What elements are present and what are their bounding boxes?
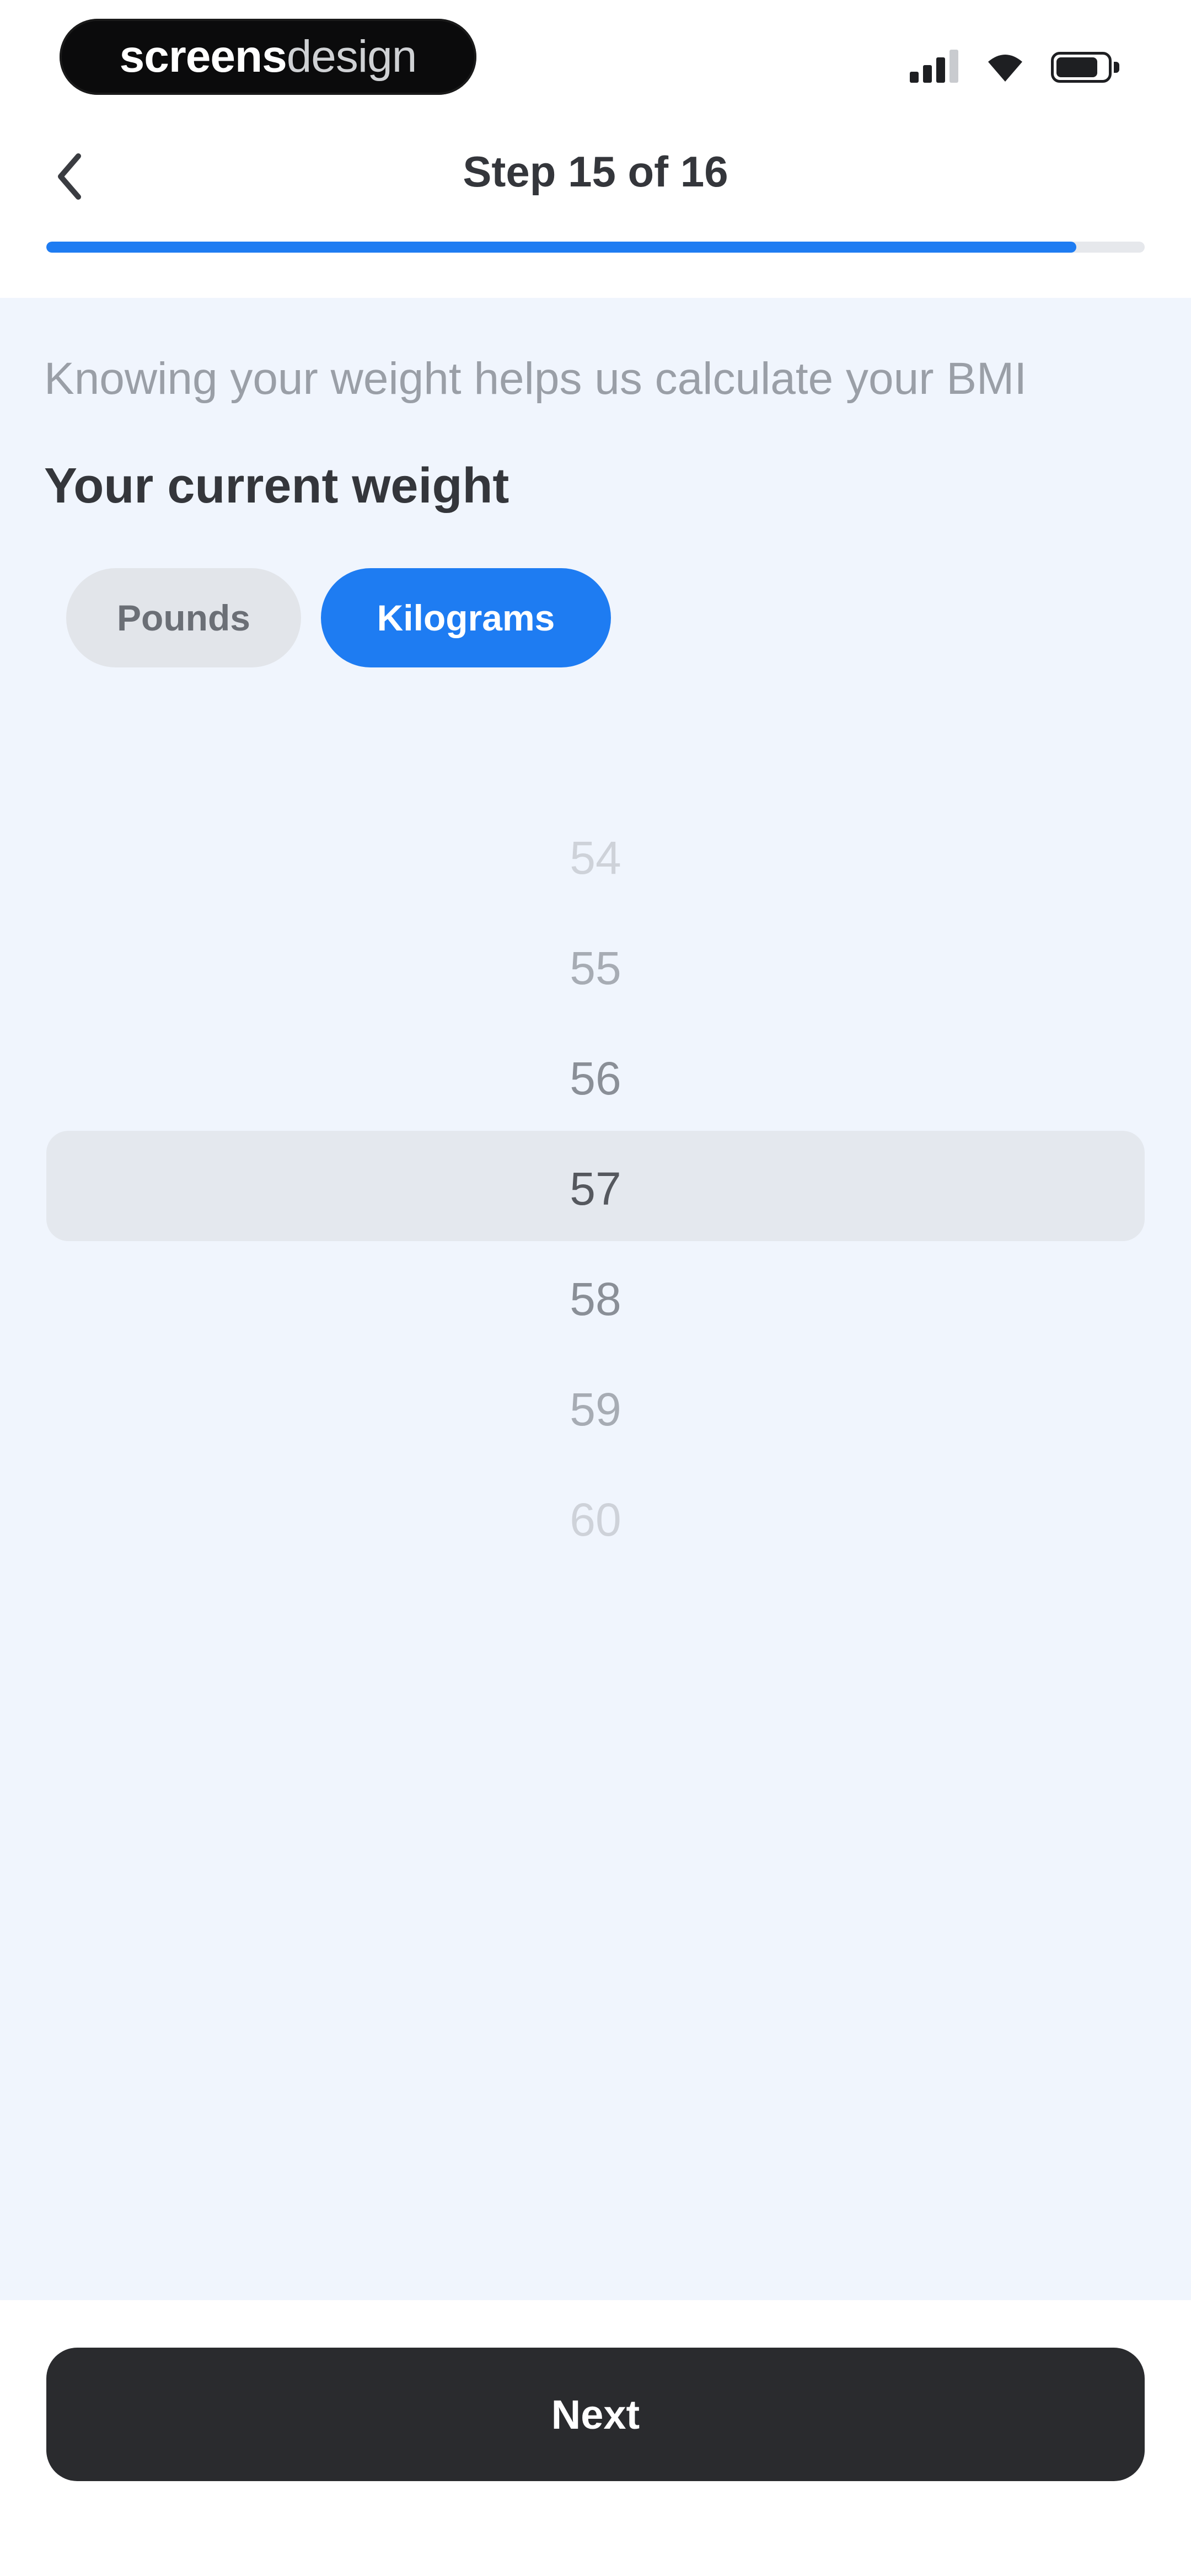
picker-value[interactable]: 55 xyxy=(46,913,1145,1023)
next-button[interactable]: Next xyxy=(46,2348,1145,2481)
header: Step 15 of 16 xyxy=(0,116,1191,298)
subtitle: Knowing your weight helps us calculate y… xyxy=(44,354,1027,404)
footer: Next xyxy=(0,2300,1191,2576)
unit-toggle: Pounds Kilograms xyxy=(66,568,611,667)
step-title: Step 15 of 16 xyxy=(463,147,728,196)
cellular-signal-icon xyxy=(910,49,959,83)
picker-value-selected[interactable]: 57 xyxy=(46,1134,1145,1244)
unit-option-pounds[interactable]: Pounds xyxy=(66,568,301,667)
brand-word-bold: screens xyxy=(119,31,287,82)
weight-picker[interactable]: 54 55 56 57 58 59 60 xyxy=(46,803,1145,1546)
picker-value[interactable]: 60 xyxy=(46,1465,1145,1575)
progress-bar xyxy=(46,242,1145,253)
picker-value[interactable]: 59 xyxy=(46,1354,1145,1465)
question-heading: Your current weight xyxy=(44,458,509,514)
status-bar: screens design xyxy=(0,0,1191,116)
wifi-icon xyxy=(988,55,1022,82)
picker-value[interactable]: 56 xyxy=(46,1023,1145,1134)
battery-icon xyxy=(1051,52,1119,83)
status-icons xyxy=(910,49,1119,83)
brand-logo: screens design xyxy=(60,19,476,95)
brand-word-light: design xyxy=(286,31,417,82)
picker-value[interactable]: 54 xyxy=(46,803,1145,913)
unit-option-kilograms[interactable]: Kilograms xyxy=(321,568,611,667)
progress-bar-fill xyxy=(46,242,1076,253)
picker-value[interactable]: 58 xyxy=(46,1244,1145,1354)
